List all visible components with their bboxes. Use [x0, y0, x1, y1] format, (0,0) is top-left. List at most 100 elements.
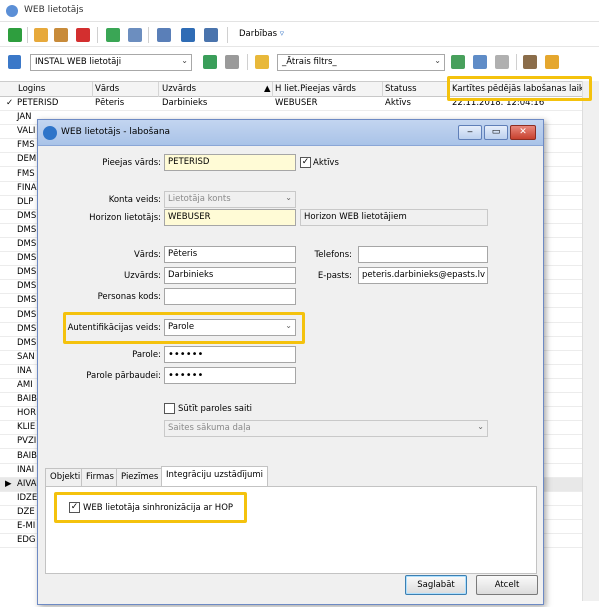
epasts-input[interactable]: peteris.darbinieks@epasts.lv [358, 267, 488, 284]
cell-login: DMS [17, 267, 37, 278]
parole-input[interactable]: •••••• [164, 346, 296, 363]
main-toolbar: Darbības ▿ [0, 23, 599, 47]
saites-sakuma-dala-placeholder: Saites sākuma daļa [168, 423, 251, 433]
label-konta-veids: Konta veids: [108, 195, 161, 205]
maximize-button[interactable]: ▭ [484, 125, 508, 140]
cell-login: DMS [17, 210, 37, 221]
cell-login: FMS [17, 168, 35, 179]
cancel-button[interactable]: Atcelt [476, 575, 538, 595]
source-combo-value: INSTAL WEB lietotāji [35, 57, 122, 67]
cell-login: JAN [17, 112, 32, 123]
cell-login: INA [17, 365, 32, 376]
list-source-icon [8, 55, 21, 69]
tab-objekti[interactable]: Objekti [45, 468, 86, 486]
label-parole-parbaudei: Parole pārbaudei: [86, 371, 161, 381]
col-statuss[interactable]: Statuss [385, 84, 417, 94]
dialog-app-icon [43, 126, 57, 140]
cell-login: DMS [17, 253, 37, 264]
chevron-down-icon: ⌄ [434, 56, 441, 65]
grouping-icon[interactable] [204, 28, 218, 42]
sort-indicator-icon: ▲ [264, 84, 271, 94]
horizon-user-input[interactable]: WEBUSER [164, 209, 296, 226]
cell-h-vards: WEBUSER [275, 98, 318, 108]
label-pieejas-vards: Pieejas vārds: [102, 158, 161, 168]
filter-icon[interactable] [255, 55, 269, 69]
filter-edit-icon[interactable] [473, 55, 487, 69]
main-window-titlebar: WEB lietotājs [0, 0, 599, 22]
cell-login: FMS [17, 140, 35, 151]
aktivs-checkbox[interactable]: ✓ [300, 157, 311, 168]
col-h-vards[interactable]: H liet.Pieejas vārds [275, 84, 356, 94]
label-epasts: E-pasts: [317, 271, 352, 281]
columns-icon[interactable] [181, 28, 195, 42]
grid-scrollbar[interactable] [582, 81, 599, 601]
cell-login: PETERISD [17, 98, 59, 108]
col-vards[interactable]: Vārds [95, 84, 119, 94]
chevron-down-icon: ⌄ [477, 422, 484, 431]
label-telefons: Telefons: [314, 250, 352, 260]
cell-login: AIVA [17, 478, 37, 489]
filter-settings-icon[interactable] [545, 55, 559, 69]
row-check-icon: ✓ [6, 98, 14, 108]
save-button[interactable]: Saglabāt [405, 575, 467, 595]
cell-login: DMS [17, 323, 37, 334]
grid-icon[interactable] [225, 55, 239, 69]
telefons-input[interactable] [358, 246, 488, 263]
main-window-title: WEB lietotājs [24, 5, 84, 15]
cell-login: BAIB [17, 394, 37, 405]
chevron-down-icon: ⌄ [285, 193, 292, 202]
cell-login: KLIE [17, 422, 36, 433]
sutit-paroles-saiti-checkbox[interactable] [164, 403, 175, 414]
saites-sakuma-dala-select[interactable]: Saites sākuma daļa ⌄ [164, 420, 488, 437]
parole-parbaudei-input[interactable]: •••••• [164, 367, 296, 384]
cell-statuss: Aktīvs [385, 98, 411, 108]
label-personas-kods: Personas kods: [97, 292, 161, 302]
cell-login: HOR [17, 408, 36, 419]
highlight-column-header [447, 76, 592, 101]
filter-apply-icon[interactable] [451, 55, 465, 69]
label-vards: Vārds: [133, 250, 161, 260]
cell-login: DMS [17, 337, 37, 348]
uzvards-input[interactable]: Darbinieks [164, 267, 296, 284]
tab-integraciju-uzstadijumi[interactable]: Integrāciju uzstādījumi [161, 466, 269, 486]
edit-dialog: WEB lietotājs - labošana ‒ ▭ ✕ Pieejas v… [37, 119, 544, 605]
col-uzvards[interactable]: Uzvārds [162, 84, 196, 94]
vards-input[interactable]: Pēteris [164, 246, 296, 263]
cell-login: DLP [17, 196, 34, 207]
cell-login: VALI [17, 126, 36, 137]
close-button[interactable]: ✕ [510, 125, 536, 140]
new-icon[interactable] [8, 28, 22, 42]
konta-veids-select[interactable]: Lietotāja konts ⌄ [164, 191, 296, 208]
edit-icon[interactable] [34, 28, 48, 42]
tab-firmas[interactable]: Firmas [81, 468, 119, 486]
cell-login: SAN [17, 351, 35, 362]
label-sutit-paroles-saiti: Sūtīt paroles saiti [178, 404, 253, 414]
horizon-description: Horizon WEB lietotājiem [300, 209, 488, 226]
dialog-title: WEB lietotājs - labošana [61, 127, 171, 137]
delete-icon[interactable] [76, 28, 90, 42]
filter-clear-icon[interactable] [495, 55, 509, 69]
apply-source-icon[interactable] [203, 55, 217, 69]
user-filter-icon[interactable] [523, 55, 537, 69]
source-combo[interactable]: INSTAL WEB lietotāji ⌄ [30, 54, 192, 71]
label-aktivs: Aktīvs [313, 158, 339, 168]
personas-kods-input[interactable] [164, 288, 296, 305]
col-logins[interactable]: Logins [18, 84, 45, 94]
tab-piezimes[interactable]: Piezīmes [116, 468, 164, 486]
highlight-authentication [63, 312, 305, 344]
label-parole: Parole: [132, 350, 161, 360]
minimize-button[interactable]: ‒ [458, 125, 482, 140]
quick-filter-combo[interactable]: _Ātrais filtrs_ ⌄ [277, 54, 445, 71]
print-icon[interactable] [128, 28, 142, 42]
label-horizon: Horizon lietotājs: [89, 213, 161, 223]
cell-login: E-MI [17, 521, 36, 531]
sum-icon[interactable] [157, 28, 171, 42]
pieejas-vards-input[interactable]: PETERISD [164, 154, 296, 171]
refresh-icon[interactable] [106, 28, 120, 42]
chevron-down-icon: ▿ [279, 29, 285, 39]
actions-menu[interactable]: Darbības ▿ [239, 29, 284, 39]
copy-icon[interactable] [54, 28, 68, 42]
cell-login: DMS [17, 295, 37, 306]
cell-login: AMI [17, 380, 33, 390]
cell-login: EDG [17, 535, 36, 546]
